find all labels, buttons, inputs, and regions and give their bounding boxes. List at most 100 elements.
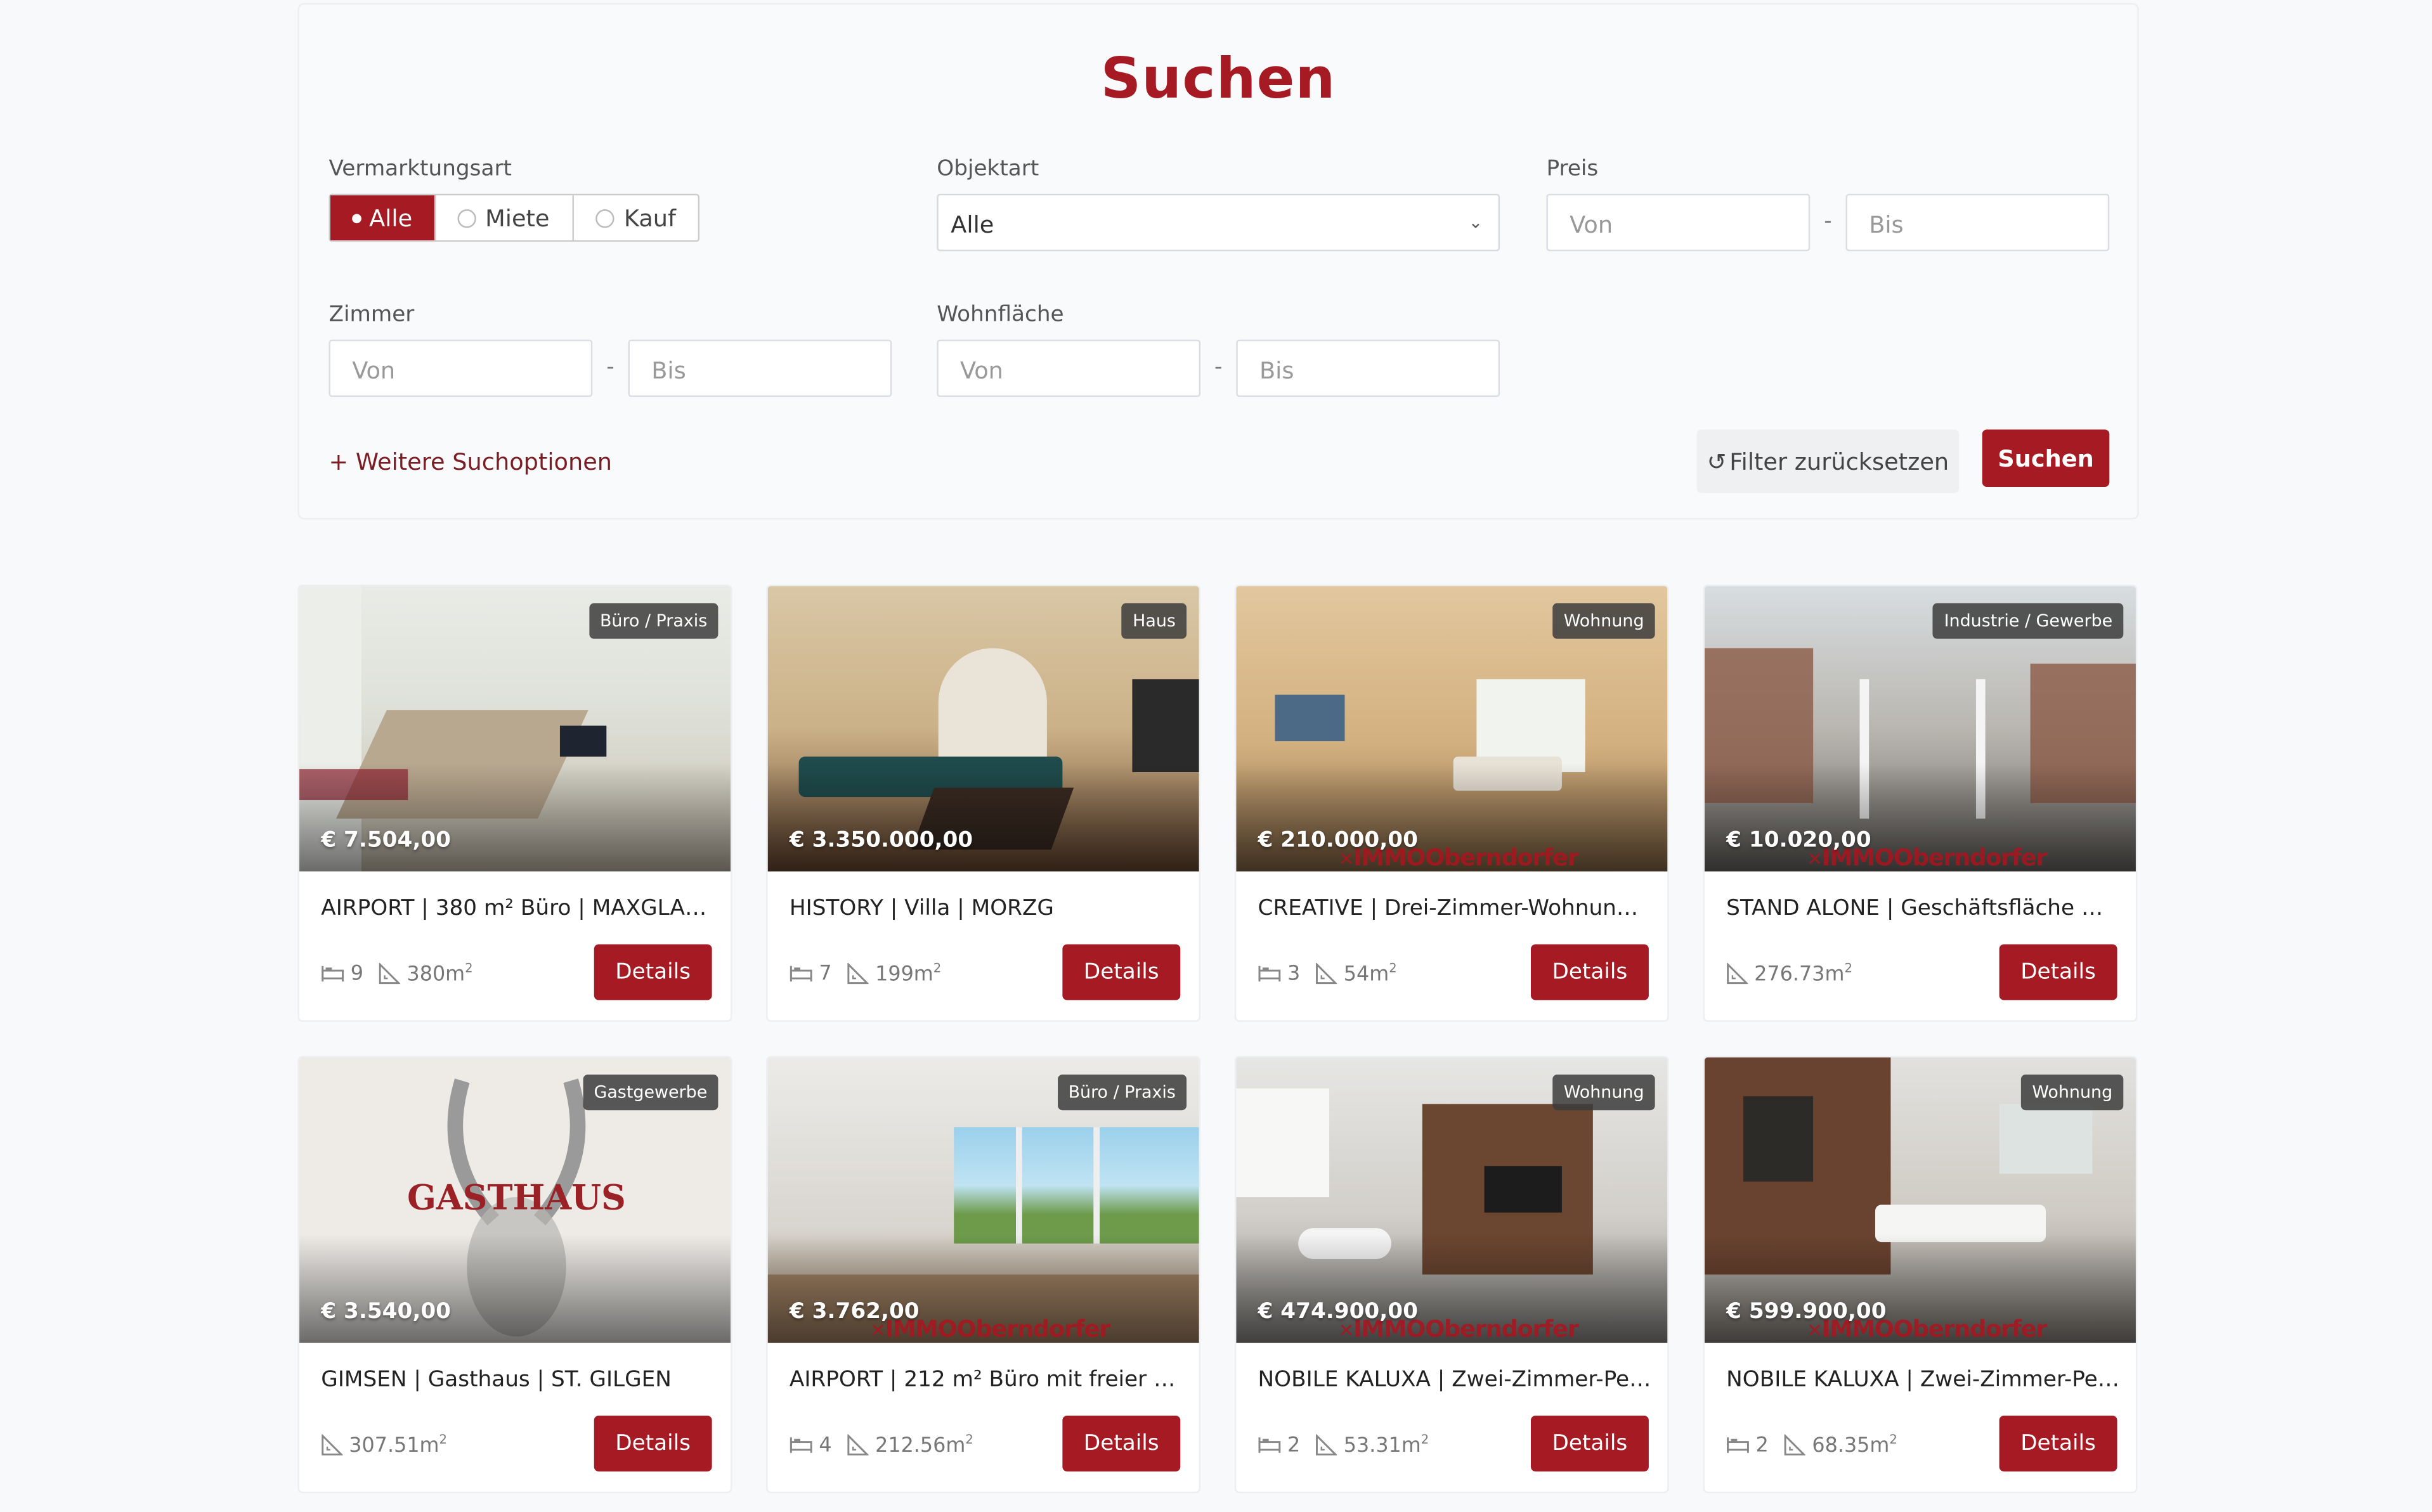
listing-meta: 4 212.56m2 [790,1433,973,1458]
listing-title[interactable]: AIRPORT | 212 m² Büro mit freier Gest... [790,1367,1183,1392]
option-alle[interactable]: Alle [330,195,436,241]
listing-image[interactable]: ✕IMMOOberndorfer Büro / Praxis € 3.762,0… [767,1057,1199,1343]
area-icon [1316,1434,1337,1456]
area-icon [1727,963,1748,985]
listing-image[interactable]: ✕IMMOOberndorfer Wohnung € 210.000,00 [1236,586,1668,872]
listing-title[interactable]: NOBILE KALUXA | Zwei-Zimmer-Penth... [1726,1367,2120,1392]
area-icon [379,963,401,985]
listing-meta: 307.51m2 [321,1433,447,1458]
price-label: € 7.504,00 [321,828,452,853]
listing-image[interactable]: ✕IMMOOberndorfer Wohnung € 599.900,00 [1704,1057,2136,1343]
listing-meta: 9 380m2 [321,961,473,987]
area-value: 307.51m2 [349,1432,448,1458]
listing-image[interactable]: ✕IMMOOberndorfer Wohnung € 474.900,00 [1236,1057,1668,1343]
chevron-down-icon: ⌄ [1468,212,1483,233]
more-options-link[interactable]: + Weitere Suchoptionen [329,448,613,476]
listing-title[interactable]: NOBILE KALUXA | Zwei-Zimmer-Penth... [1258,1367,1652,1392]
preis-bis-input[interactable]: Bis [1845,193,2110,252]
listing-title[interactable]: STAND ALONE | Geschäftsfläche mit B... [1726,896,2120,921]
listing-card: ✕IMMOOberndorfer Wohnung € 599.900,00 NO… [1703,1056,2138,1494]
price-label: € 474.900,00 [1258,1299,1418,1324]
details-button[interactable]: Details [594,1416,712,1472]
refresh-icon: ↺ [1707,447,1727,475]
objektart-label: Objektart [937,157,1039,182]
category-badge: Wohnung [1552,603,1655,639]
page-title: Suchen [1100,48,1336,112]
radio-icon [595,208,615,228]
area-icon [322,1434,343,1456]
listing-meta: 3 54m2 [1258,961,1397,986]
details-button[interactable]: Details [1531,944,1649,1000]
listing-card: GASTHAUS Gastgewerbe € 3.540,00 GIMSEN |… [297,1056,732,1494]
listing-title[interactable]: AIRPORT | 380 m² Büro | MAXGLAN-... [321,896,715,921]
area-value: 54m2 [1343,961,1397,987]
listing-meta: 7 199m2 [790,961,941,986]
category-badge: Industrie / Gewerbe [1933,603,2124,639]
zimmer-von-input[interactable]: Von [328,339,593,397]
zimmer-bis-input[interactable]: Bis [628,339,892,397]
search-button[interactable]: Suchen [1982,429,2110,487]
area-icon [848,1434,869,1456]
vermarktungsart-label: Vermarktungsart [328,157,512,182]
listing-image[interactable]: Haus € 3.350.000,00 [767,586,1199,872]
preis-von-input[interactable]: Von [1546,193,1811,252]
category-badge: Büro / Praxis [588,603,719,639]
bed-icon [1727,1437,1749,1454]
bed-icon [1258,1437,1281,1454]
reset-filter-button[interactable]: ↺ Filter zurücksetzen [1696,429,1960,493]
details-button[interactable]: Details [594,944,712,1000]
gasthaus-text: GASTHAUS [406,1178,626,1219]
listing-image[interactable]: ✕IMMOOberndorfer Industrie / Gewerbe € 1… [1704,586,2136,872]
wohnflaeche-label: Wohnfläche [937,302,1064,328]
area-value: 199m2 [875,961,942,987]
listing-card: ✕IMMOOberndorfer Wohnung € 474.900,00 NO… [1234,1056,1669,1494]
listing-meta: 276.73m2 [1726,961,1852,986]
bed-icon [790,1437,812,1454]
listing-card: Büro / Praxis € 7.504,00 AIRPORT | 380 m… [297,585,732,1022]
range-separator: - [1214,355,1223,380]
zimmer-label: Zimmer [328,302,415,328]
listing-title[interactable]: GIMSEN | Gasthaus | ST. GILGEN [321,1367,715,1392]
details-button[interactable]: Details [1531,1416,1649,1472]
option-kauf[interactable]: Kauf [575,195,698,240]
category-badge: Wohnung [1552,1074,1655,1111]
wohnflaeche-bis-input[interactable]: Bis [1236,339,1500,397]
price-label: € 3.762,00 [789,1299,920,1324]
price-label: € 3.540,00 [321,1299,452,1324]
details-button[interactable]: Details [1062,1416,1181,1472]
vermarktungsart-toggle: Alle Miete Kauf [328,193,699,242]
details-button[interactable]: Details [1999,1416,2117,1472]
range-separator: - [1824,209,1832,235]
price-label: € 10.020,00 [1726,828,1871,853]
category-badge: Gastgewerbe [583,1074,719,1111]
bed-icon [322,966,344,982]
listing-image[interactable]: Büro / Praxis € 7.504,00 [299,586,731,872]
listing-card: ✕IMMOOberndorfer Industrie / Gewerbe € 1… [1703,585,2138,1022]
price-label: € 599.900,00 [1726,1299,1887,1324]
area-value: 212.56m2 [875,1432,973,1458]
price-label: € 210.000,00 [1258,828,1418,853]
listing-card: ✕IMMOOberndorfer Wohnung € 210.000,00 CR… [1234,585,1669,1022]
category-badge: Haus [1122,603,1187,639]
area-value: 68.35m2 [1812,1432,1897,1458]
listing-title[interactable]: HISTORY | Villa | MORZG [790,896,1183,921]
preis-label: Preis [1546,157,1599,182]
radio-icon [457,208,476,228]
objektart-select[interactable]: Alle ⌄ [937,193,1500,252]
listing-image[interactable]: GASTHAUS Gastgewerbe € 3.540,00 [299,1057,731,1343]
radio-icon [352,213,361,223]
details-button[interactable]: Details [1062,944,1181,1000]
listing-meta: 2 53.31m2 [1258,1433,1429,1458]
details-button[interactable]: Details [1999,944,2117,1000]
area-value: 380m2 [406,961,473,987]
listing-meta: 2 68.35m2 [1726,1433,1897,1458]
option-miete[interactable]: Miete [436,195,575,241]
range-separator: - [606,355,615,380]
wohnflaeche-von-input[interactable]: Von [937,339,1201,397]
listing-title[interactable]: CREATIVE | Drei-Zimmer-Wohnung | L... [1258,896,1652,921]
category-badge: Wohnung [2021,1074,2124,1111]
bed-icon [1258,966,1281,982]
bed-icon [790,966,812,982]
category-badge: Büro / Praxis [1057,1074,1187,1111]
listing-card: ✕IMMOOberndorfer Büro / Praxis € 3.762,0… [766,1056,1201,1494]
